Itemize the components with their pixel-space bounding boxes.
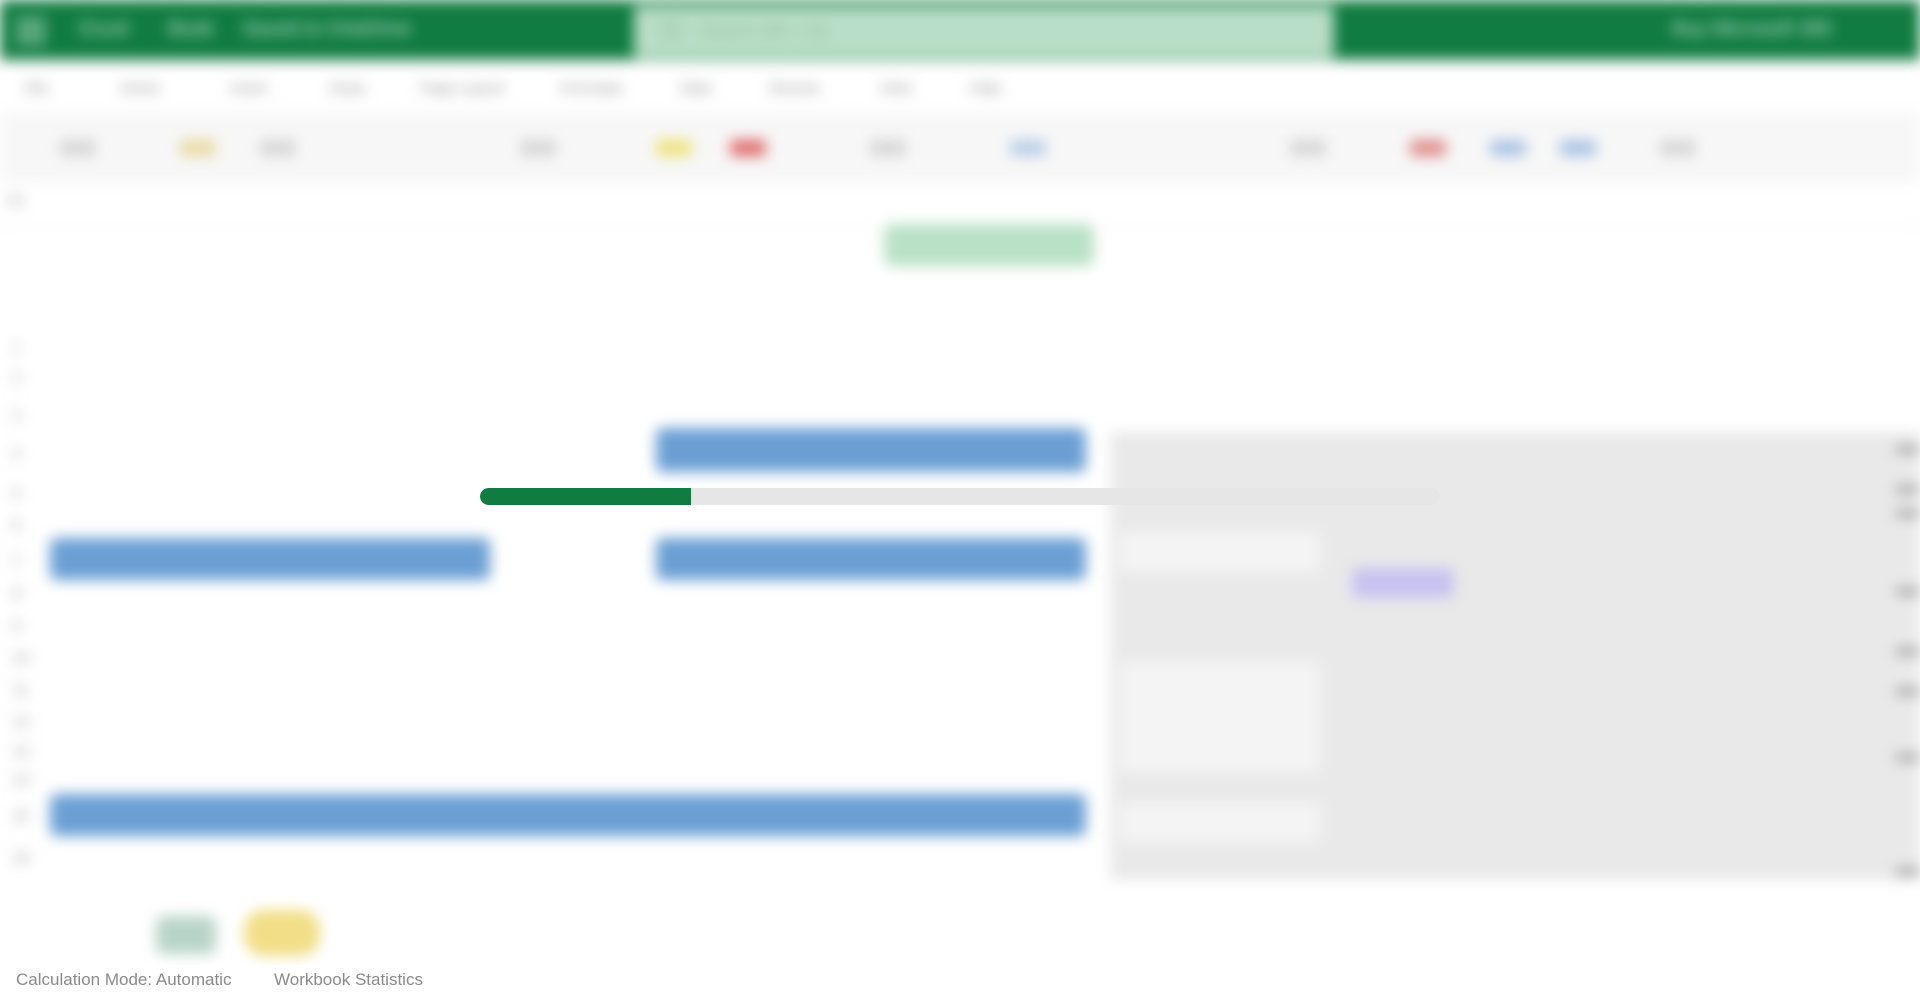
row-header[interactable]: 2	[12, 370, 21, 388]
row-header[interactable]: 1	[12, 340, 21, 358]
search-box[interactable]: Search (Alt + Q)	[634, 6, 1334, 58]
tab-home[interactable]: Home	[120, 80, 160, 97]
wrap-text-icon[interactable]	[1010, 140, 1046, 156]
loading-progress-fill	[480, 488, 692, 505]
blue-cell-block[interactable]	[656, 538, 1086, 580]
row-header[interactable]: 5	[12, 486, 21, 504]
panel-field[interactable]	[1120, 532, 1320, 572]
scroll-markers	[1896, 440, 1920, 880]
tab-formulas[interactable]: Formulas	[560, 80, 623, 97]
row-header[interactable]: 16	[12, 850, 30, 868]
tab-draw[interactable]: Draw	[330, 80, 365, 97]
sheet-tab-chip[interactable]	[244, 910, 320, 956]
ribbon-tabs: File Home Insert Draw Page Layout Formul…	[0, 60, 1920, 110]
document-name[interactable]: Book	[168, 18, 214, 41]
row-header[interactable]: 13	[12, 744, 30, 762]
tab-file[interactable]: File	[24, 80, 48, 97]
row-header[interactable]: 12	[12, 714, 30, 732]
format-table-icon[interactable]	[1490, 140, 1526, 156]
row-header[interactable]: 14	[12, 772, 30, 790]
blue-cell-block[interactable]	[50, 794, 1086, 836]
tab-insert[interactable]: Insert	[230, 80, 268, 97]
font-selector-icon[interactable]	[260, 140, 296, 156]
blue-cell-block[interactable]	[50, 538, 490, 580]
workbook-statistics-button[interactable]: Workbook Statistics	[274, 970, 423, 990]
app-launcher-icon[interactable]	[18, 18, 44, 44]
row-header[interactable]: 6	[12, 518, 21, 536]
tab-review[interactable]: Review	[770, 80, 819, 97]
tab-page-layout[interactable]: Page Layout	[420, 80, 504, 97]
sort-filter-icon[interactable]	[1660, 140, 1696, 156]
tab-view[interactable]: View	[880, 80, 912, 97]
green-header-cell	[884, 224, 1094, 266]
row-header[interactable]: 9	[12, 618, 21, 636]
clipboard-icon[interactable]	[180, 140, 216, 156]
row-header[interactable]: 3	[12, 408, 21, 426]
purple-tag	[1352, 568, 1454, 598]
row-header[interactable]: 11	[12, 682, 29, 700]
align-icon[interactable]	[870, 140, 906, 156]
save-status: Saved to OneDrive	[242, 18, 411, 40]
cell-styles-icon[interactable]	[1560, 140, 1596, 156]
tab-help[interactable]: Help	[970, 80, 1001, 97]
app-name: Excel	[80, 18, 129, 40]
number-format-icon[interactable]	[1290, 140, 1326, 156]
row-header[interactable]: 8	[12, 586, 21, 604]
search-icon	[662, 20, 680, 38]
highlight-icon[interactable]	[656, 140, 692, 156]
title-bar: Excel Book Saved to OneDrive Search (Alt…	[0, 0, 1920, 60]
row-header[interactable]: 4	[12, 446, 21, 464]
search-placeholder: Search (Alt + Q)	[698, 20, 828, 40]
sheet-tab-chip[interactable]	[156, 916, 216, 954]
panel-field[interactable]	[1120, 802, 1320, 842]
buy-microsoft-365-link[interactable]: Buy Microsoft 365	[1672, 18, 1832, 41]
row-header[interactable]: 15	[12, 808, 30, 826]
tab-data[interactable]: Data	[680, 80, 712, 97]
panel-field[interactable]	[1120, 662, 1320, 772]
font-color-icon[interactable]	[730, 140, 766, 156]
blue-cell-block[interactable]	[656, 428, 1086, 472]
loading-progress-bar	[480, 488, 1440, 505]
undo-icon[interactable]	[60, 140, 96, 156]
name-box[interactable]: A1	[6, 192, 26, 210]
conditional-format-icon[interactable]	[1410, 140, 1446, 156]
row-header[interactable]: 10	[12, 650, 30, 668]
row-header[interactable]: 7	[12, 554, 21, 572]
bold-icon[interactable]	[520, 140, 556, 156]
formula-bar[interactable]	[0, 186, 1920, 227]
calculation-mode-label[interactable]: Calculation Mode: Automatic	[16, 970, 231, 990]
